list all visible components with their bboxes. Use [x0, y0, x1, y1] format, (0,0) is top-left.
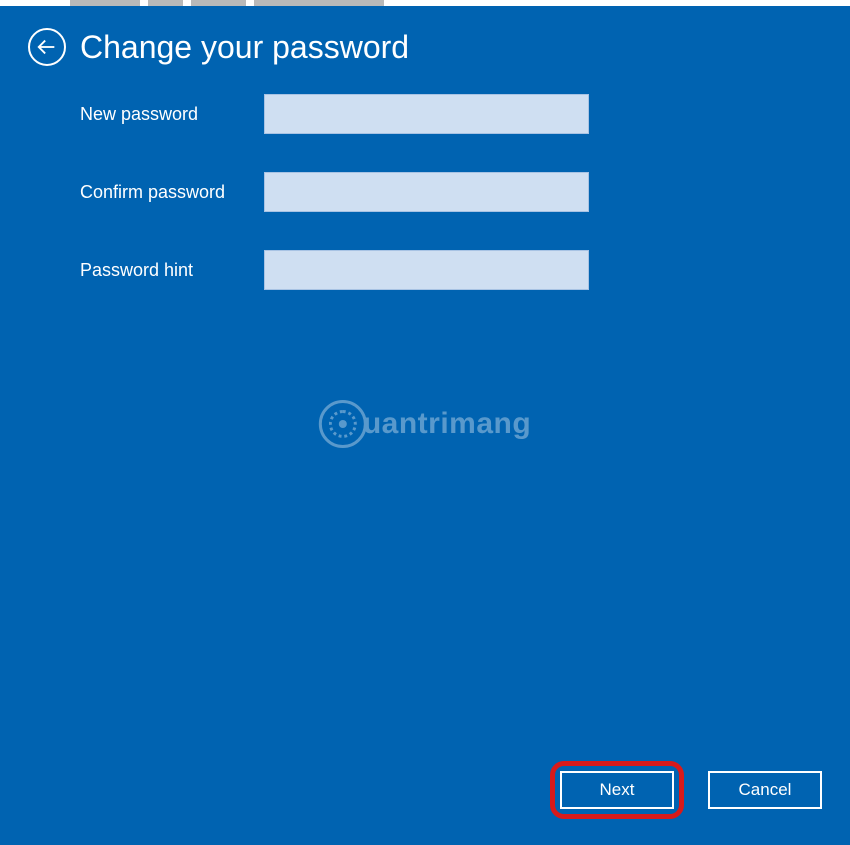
back-button[interactable]	[28, 28, 66, 66]
confirm-password-label: Confirm password	[80, 182, 264, 203]
confirm-password-input[interactable]	[264, 172, 589, 212]
next-button-highlight: Next	[552, 763, 682, 817]
next-button[interactable]: Next	[560, 771, 674, 809]
new-password-input[interactable]	[264, 94, 589, 134]
page-header: Change your password	[0, 6, 850, 66]
cancel-button[interactable]: Cancel	[708, 771, 822, 809]
page-title: Change your password	[80, 29, 409, 66]
new-password-label: New password	[80, 104, 264, 125]
watermark: uantrimang	[319, 400, 531, 448]
arrow-left-icon	[36, 36, 58, 58]
password-form: New password Confirm password Password h…	[0, 66, 850, 290]
password-hint-label: Password hint	[80, 260, 264, 281]
footer: Next Cancel	[552, 763, 822, 817]
watermark-text: uantrimang	[363, 407, 531, 441]
watermark-icon	[319, 400, 367, 448]
password-hint-input[interactable]	[264, 250, 589, 290]
